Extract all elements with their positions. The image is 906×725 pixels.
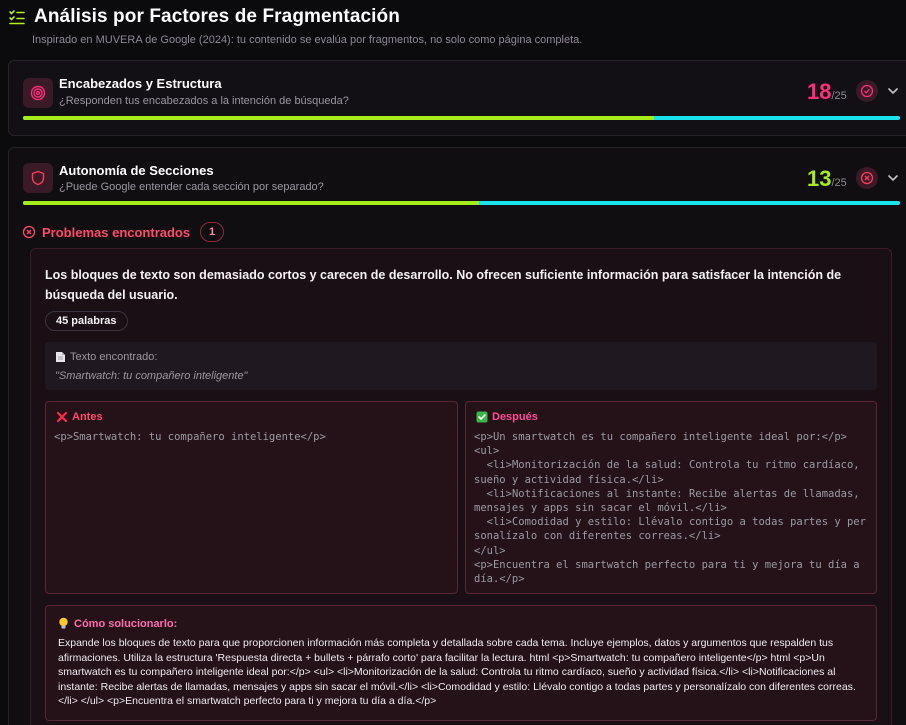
cross-mark-icon	[56, 411, 68, 423]
before-code-box: Antes <p>Smartwatch: tu compañero inteli…	[45, 401, 458, 594]
problems-count-badge: 1	[200, 222, 225, 242]
factor-title: Encabezados y Estructura	[59, 76, 222, 91]
checklist-icon	[9, 10, 25, 25]
found-text-box: Texto encontrado: "Smartwatch: tu compañ…	[45, 342, 877, 390]
factor-card-encabezados[interactable]: Encabezados y Estructura ¿Responden tus …	[8, 60, 906, 136]
after-code-box: Después <p>Un smartwatch es tu compañero…	[465, 401, 877, 594]
x-circle-icon	[856, 167, 878, 189]
before-label: Antes	[56, 411, 103, 423]
found-quote: "Smartwatch: tu compañero inteligente"	[55, 370, 248, 382]
factor-score: 13/25	[807, 166, 847, 192]
page-title: Análisis por Factores de Fragmentación	[34, 6, 400, 27]
solution-box: Cómo solucionarlo: Expande los bloques d…	[45, 605, 877, 721]
after-label-text: Después	[492, 411, 538, 423]
page-subtitle: Inspirado en MUVERA de Google (2024): tu…	[32, 34, 583, 46]
before-code: <p>Smartwatch: tu compañero inteligente<…	[54, 431, 326, 443]
progress-bar	[23, 201, 900, 205]
solution-text: Expande los bloques de texto para que pr…	[58, 637, 856, 708]
solution-label-text: Cómo solucionarlo:	[74, 617, 178, 630]
score-value: 18	[807, 79, 832, 104]
before-label-text: Antes	[72, 411, 103, 423]
score-value: 13	[807, 166, 832, 191]
x-circle-icon	[22, 225, 36, 239]
check-circle-icon	[856, 80, 878, 102]
score-max: /25	[831, 177, 847, 189]
factor-subtitle: ¿Responden tus encabezados a la intenció…	[59, 95, 349, 107]
factor-subtitle: ¿Puede Google entender cada sección por …	[59, 181, 324, 193]
check-box-icon	[476, 411, 488, 423]
found-label-text: Texto encontrado:	[70, 351, 158, 363]
target-icon	[23, 78, 53, 108]
progress-fill	[23, 116, 655, 120]
shield-icon	[23, 163, 53, 193]
problems-header: Problemas encontrados 1	[22, 222, 225, 242]
issue-card: Los bloques de texto son demasiado corto…	[30, 248, 892, 725]
solution-label: Cómo solucionarlo:	[58, 617, 177, 630]
after-code: <p>Un smartwatch es tu compañero intelig…	[474, 431, 866, 586]
factor-title: Autonomía de Secciones	[59, 163, 214, 178]
progress-fill	[23, 201, 480, 205]
chevron-down-icon[interactable]	[886, 171, 900, 185]
lightbulb-icon	[59, 617, 68, 629]
word-count-badge: 45 palabras	[45, 311, 128, 331]
page-header: Análisis por Factores de Fragmentación	[8, 6, 400, 28]
after-label: Después	[476, 411, 538, 423]
chevron-down-icon[interactable]	[886, 84, 900, 98]
progress-bar	[23, 116, 900, 120]
score-max: /25	[831, 90, 847, 102]
factor-score: 18/25	[807, 79, 847, 105]
document-icon	[56, 352, 65, 362]
issue-description: Los bloques de texto son demasiado corto…	[45, 268, 842, 302]
problems-label: Problemas encontrados	[42, 224, 191, 240]
found-text-label: Texto encontrado:	[55, 351, 157, 363]
